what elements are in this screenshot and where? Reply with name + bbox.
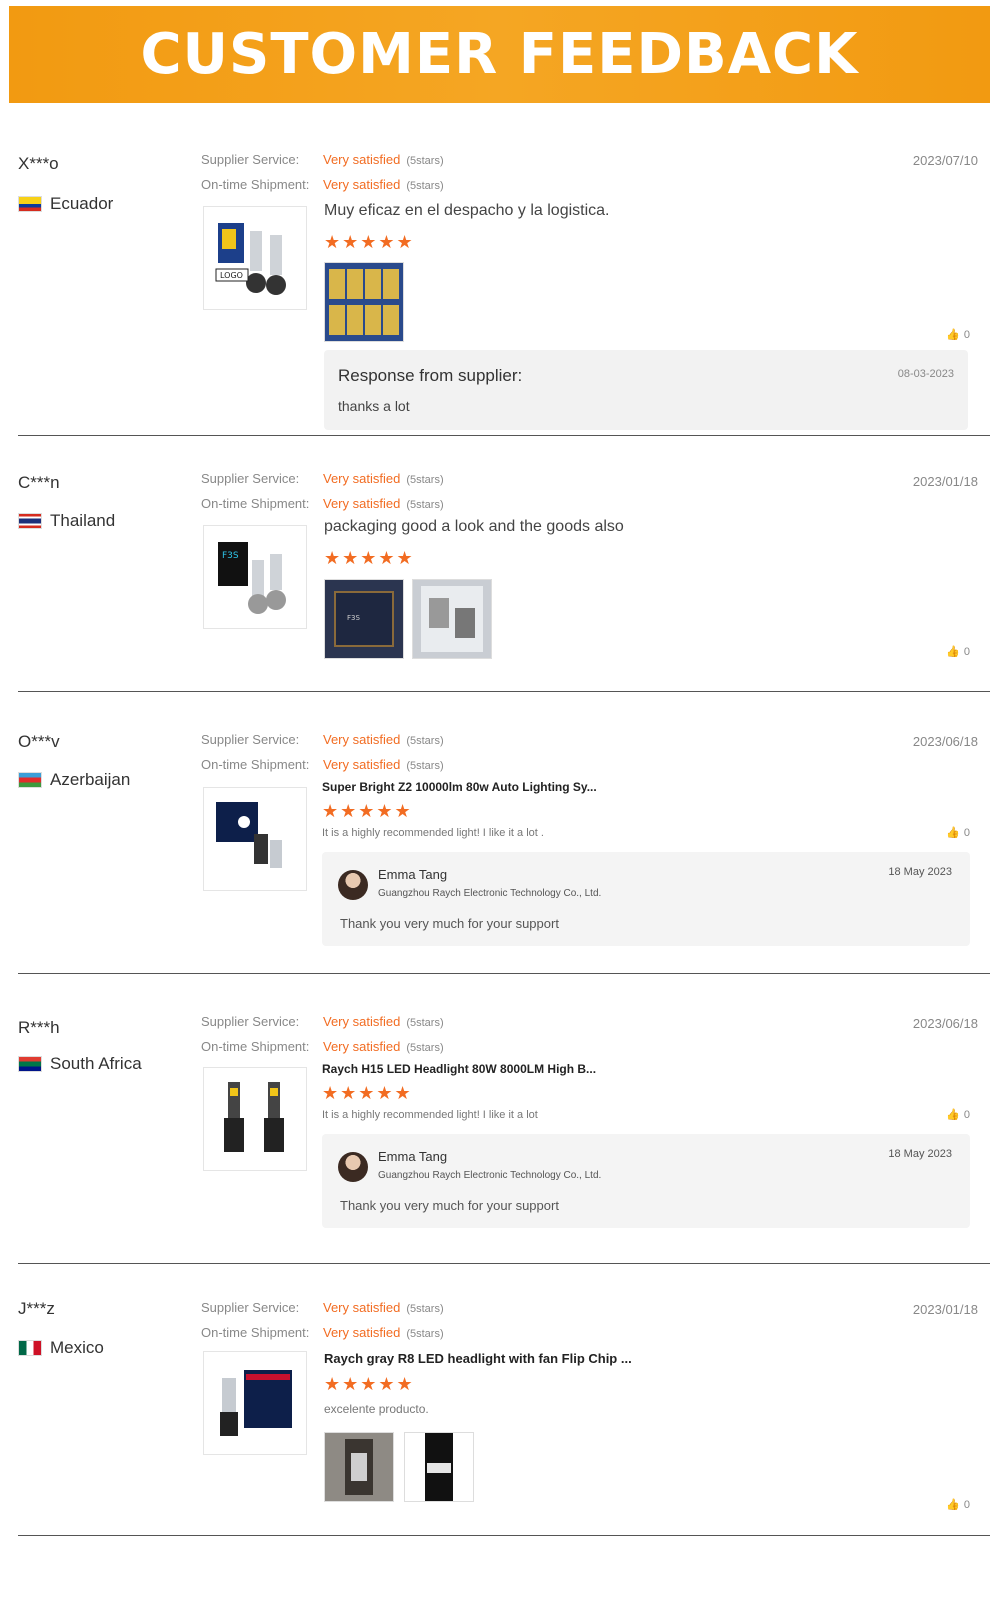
review-photo[interactable] [412, 579, 492, 659]
banner-title: CUSTOMER FEEDBACK [140, 22, 859, 87]
product-image[interactable] [203, 787, 307, 891]
svg-text:LOGO: LOGO [220, 271, 243, 280]
product-image[interactable]: F3S [203, 525, 307, 629]
thailand-flag-icon [18, 513, 42, 529]
product-title[interactable]: Raych H15 LED Headlight 80W 8000LM High … [322, 1062, 596, 1076]
thumbs-up-icon: 👍 [946, 329, 960, 341]
response-text: thanks a lot [338, 398, 410, 414]
review-photos: F3S [324, 579, 492, 659]
avatar [338, 1152, 368, 1182]
buyer-name: O***v [18, 732, 60, 751]
reply-author: Emma Tang [378, 1149, 448, 1164]
review-card: X***o Ecuador Supplier Service: Very sati… [18, 148, 990, 436]
review-photo[interactable] [404, 1432, 474, 1502]
review-date: 2023/01/18 [912, 1302, 978, 1317]
ratings-block: Supplier Service: Very satisfied (5stars) … [201, 471, 444, 511]
review-date: 2023/06/18 [912, 734, 978, 749]
feedback-banner: CUSTOMER FEEDBACK [9, 6, 990, 103]
review-comment: Muy eficaz en el despacho y la logistica… [324, 202, 610, 219]
ratings-block: Supplier Service: Very satisfied (5stars) … [201, 732, 444, 772]
like-button[interactable]: 👍 0 [946, 826, 970, 840]
review-stars: ★★★★★ [322, 801, 413, 821]
review-card: R***h South Africa Supplier Service: Very… [18, 1010, 990, 1264]
review-comment: excelente producto. [324, 1402, 429, 1416]
country-label: South Africa [50, 1054, 142, 1073]
thumbs-up-icon: 👍 [946, 1109, 960, 1121]
south-africa-flag-icon [18, 1056, 42, 1072]
product-image[interactable] [203, 1351, 307, 1455]
review-date: 2023/01/18 [912, 474, 978, 489]
review-photo[interactable] [324, 1432, 394, 1502]
reply-company: Guangzhou Raych Electronic Technology Co… [378, 1170, 602, 1181]
product-image[interactable] [203, 1067, 307, 1171]
ecuador-flag-icon [18, 196, 42, 212]
review-date: 2023/07/10 [912, 153, 978, 168]
like-button[interactable]: 👍 0 [946, 328, 970, 342]
review-photos [324, 1432, 474, 1502]
ratings-block: Supplier Service: Very satisfied (5stars) … [201, 1014, 444, 1054]
buyer-name: R***h [18, 1018, 60, 1037]
review-card: C***n Thailand Supplier Service: Very sat… [18, 467, 990, 692]
reply-date: 18 May 2023 [888, 1148, 952, 1160]
svg-text:F3S: F3S [347, 614, 360, 622]
supplier-reply: Emma Tang Guangzhou Raych Electronic Tec… [322, 852, 970, 946]
supplier-reply: Emma Tang Guangzhou Raych Electronic Tec… [322, 1134, 970, 1228]
reply-company: Guangzhou Raych Electronic Technology Co… [378, 888, 602, 899]
buyer-country: South Africa [18, 1054, 142, 1074]
product-title[interactable]: Super Bright Z2 10000lm 80w Auto Lightin… [322, 780, 597, 794]
country-label: Azerbaijan [50, 770, 131, 789]
review-card: J***z Mexico Supplier Service: Very satis… [18, 1296, 990, 1536]
buyer-name: J***z [18, 1299, 55, 1318]
review-photos [324, 262, 404, 342]
like-button[interactable]: 👍 0 [946, 645, 970, 659]
ratings-block: Supplier Service: Very satisfied (5stars) … [201, 152, 444, 192]
country-label: Ecuador [50, 194, 114, 213]
thumbs-up-icon: 👍 [946, 646, 960, 658]
thumbs-up-icon: 👍 [946, 827, 960, 839]
review-stars: ★★★★★ [322, 1083, 413, 1103]
buyer-country: Ecuador [18, 194, 113, 214]
reply-author: Emma Tang [378, 867, 448, 882]
review-comment: It is a highly recommended light! I like… [322, 1109, 538, 1121]
buyer-country: Azerbaijan [18, 770, 130, 790]
reply-date: 18 May 2023 [888, 866, 952, 878]
review-stars: ★★★★★ [324, 548, 415, 568]
country-label: Thailand [50, 511, 116, 530]
buyer-country: Thailand [18, 511, 115, 531]
avatar [338, 870, 368, 900]
like-button[interactable]: 👍 0 [946, 1108, 970, 1122]
product-image[interactable]: LOGO [203, 206, 307, 310]
buyer-name: C***n [18, 473, 60, 492]
review-stars: ★★★★★ [324, 1374, 415, 1394]
reply-text: Thank you very much for your support [340, 1198, 559, 1213]
ratings-block: Supplier Service: Very satisfied (5stars) … [201, 1300, 444, 1340]
thumbs-up-icon: 👍 [946, 1499, 960, 1511]
review-photo[interactable] [324, 262, 404, 342]
review-stars: ★★★★★ [324, 232, 415, 252]
azerbaijan-flag-icon [18, 772, 42, 788]
buyer-country: Mexico [18, 1338, 104, 1358]
mexico-flag-icon [18, 1340, 42, 1356]
review-date: 2023/06/18 [912, 1016, 978, 1031]
buyer-name: X***o [18, 154, 59, 173]
review-photo[interactable]: F3S [324, 579, 404, 659]
svg-text:F3S: F3S [222, 551, 239, 561]
country-label: Mexico [50, 1338, 104, 1357]
like-button[interactable]: 👍 0 [946, 1498, 970, 1512]
review-comment: It is a highly recommended light! I like… [322, 827, 544, 839]
review-card: O***v Azerbaijan Supplier Service: Very s… [18, 728, 990, 974]
response-date: 08-03-2023 [897, 368, 954, 380]
supplier-response: Response from supplier: 08-03-2023 thank… [324, 350, 968, 430]
product-title[interactable]: Raych gray R8 LED headlight with fan Fli… [324, 1351, 632, 1366]
review-comment: packaging good a look and the goods also [324, 518, 624, 535]
reply-text: Thank you very much for your support [340, 916, 559, 931]
